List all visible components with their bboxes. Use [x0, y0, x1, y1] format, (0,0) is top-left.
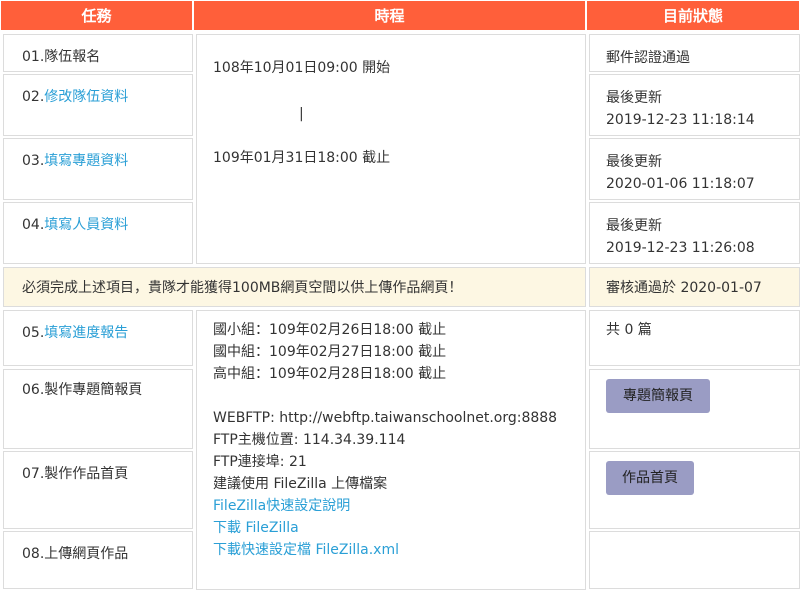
ftp-host-info: FTP主機位置: 114.34.39.114	[213, 432, 406, 448]
status-label: 最後更新	[606, 90, 662, 106]
task-number: 05.	[22, 325, 45, 341]
deadline-senior: 高中組：109年02月28日18:00 截止	[213, 366, 447, 382]
schedule-end: 109年01月31日18:00 截止	[213, 150, 391, 166]
filezilla-suggestion: 建議使用 FileZilla 上傳檔案	[213, 476, 388, 492]
status-row-2: 最後更新 2019-12-23 11:18:14	[589, 74, 800, 136]
status-row-6: 專題簡報頁	[589, 369, 800, 449]
task-label: 製作作品首頁	[44, 466, 129, 482]
task-number: 04.	[22, 217, 45, 233]
task-number: 07.	[22, 466, 45, 482]
status-time: 2019-12-23 11:18:14	[606, 112, 755, 128]
status-row-1: 郵件認證通過	[589, 34, 800, 72]
header-task: 任務	[0, 0, 193, 31]
topic-slides-button[interactable]: 專題簡報頁	[606, 379, 710, 413]
task-row-8: 08.上傳網頁作品	[3, 531, 193, 589]
schedule-phase-1: 108年10月01日09:00 開始 | 109年01月31日18:00 截止	[196, 34, 586, 264]
task-row-6: 06.製作專題簡報頁	[3, 369, 193, 449]
status-row-8	[589, 531, 800, 589]
fill-topic-link[interactable]: 填寫專題資料	[44, 153, 128, 169]
task-number: 03.	[22, 153, 45, 169]
task-row-2: 02.修改隊伍資料	[3, 74, 193, 136]
deadline-elementary: 國小組：109年02月26日18:00 截止	[213, 322, 447, 338]
header-schedule: 時程	[193, 0, 586, 31]
schedule-start: 108年10月01日09:00 開始	[213, 60, 391, 76]
task-row-4: 04.填寫人員資料	[3, 202, 193, 264]
filezilla-download-link[interactable]: 下載 FileZilla	[213, 517, 299, 539]
deadline-junior: 國中組：109年02月27日18:00 截止	[213, 344, 447, 360]
notice-status: 審核通過於 2020-01-07	[589, 267, 800, 307]
status-label: 最後更新	[606, 218, 662, 234]
task-label: 隊伍報名	[44, 49, 101, 65]
status-row-5: 共 0 篇	[589, 310, 800, 366]
filezilla-config-link[interactable]: 下載快速設定檔 FileZilla.xml	[213, 539, 399, 561]
task-row-1: 01.隊伍報名	[3, 34, 193, 72]
schedule-phase-2: 國小組：109年02月26日18:00 截止 國中組：109年02月27日18:…	[196, 310, 586, 590]
task-number: 01.	[22, 49, 45, 65]
status-row-4: 最後更新 2019-12-23 11:26:08	[589, 202, 800, 264]
task-row-7: 07.製作作品首頁	[3, 451, 193, 529]
task-number: 06.	[22, 382, 45, 398]
status-row-3: 最後更新 2020-01-06 11:18:07	[589, 138, 800, 200]
task-label: 製作專題簡報頁	[44, 382, 143, 398]
task-number: 08.	[22, 546, 45, 562]
status-row-7: 作品首頁	[589, 451, 800, 529]
status-time: 2020-01-06 11:18:07	[606, 176, 755, 192]
status-time: 2019-12-23 11:26:08	[606, 240, 755, 256]
schedule-separator: |	[299, 106, 304, 122]
work-home-button[interactable]: 作品首頁	[606, 461, 694, 495]
fill-progress-link[interactable]: 填寫進度報告	[44, 325, 128, 341]
task-row-5: 05.填寫進度報告	[3, 310, 193, 366]
header-status: 目前狀態	[586, 0, 800, 31]
ftp-port-info: FTP連接埠: 21	[213, 454, 307, 470]
filezilla-guide-link[interactable]: FileZilla快速設定說明	[213, 495, 350, 517]
edit-team-link[interactable]: 修改隊伍資料	[44, 89, 128, 105]
fill-members-link[interactable]: 填寫人員資料	[44, 217, 128, 233]
task-label: 上傳網頁作品	[44, 546, 129, 562]
notice-message: 必須完成上述項目，貴隊才能獲得100MB網頁空間以供上傳作品網頁！	[3, 267, 586, 307]
task-number: 02.	[22, 89, 45, 105]
webftp-info: WEBFTP: http://webftp.taiwanschoolnet.or…	[213, 410, 558, 426]
task-row-3: 03.填寫專題資料	[3, 138, 193, 200]
status-label: 最後更新	[606, 154, 662, 170]
